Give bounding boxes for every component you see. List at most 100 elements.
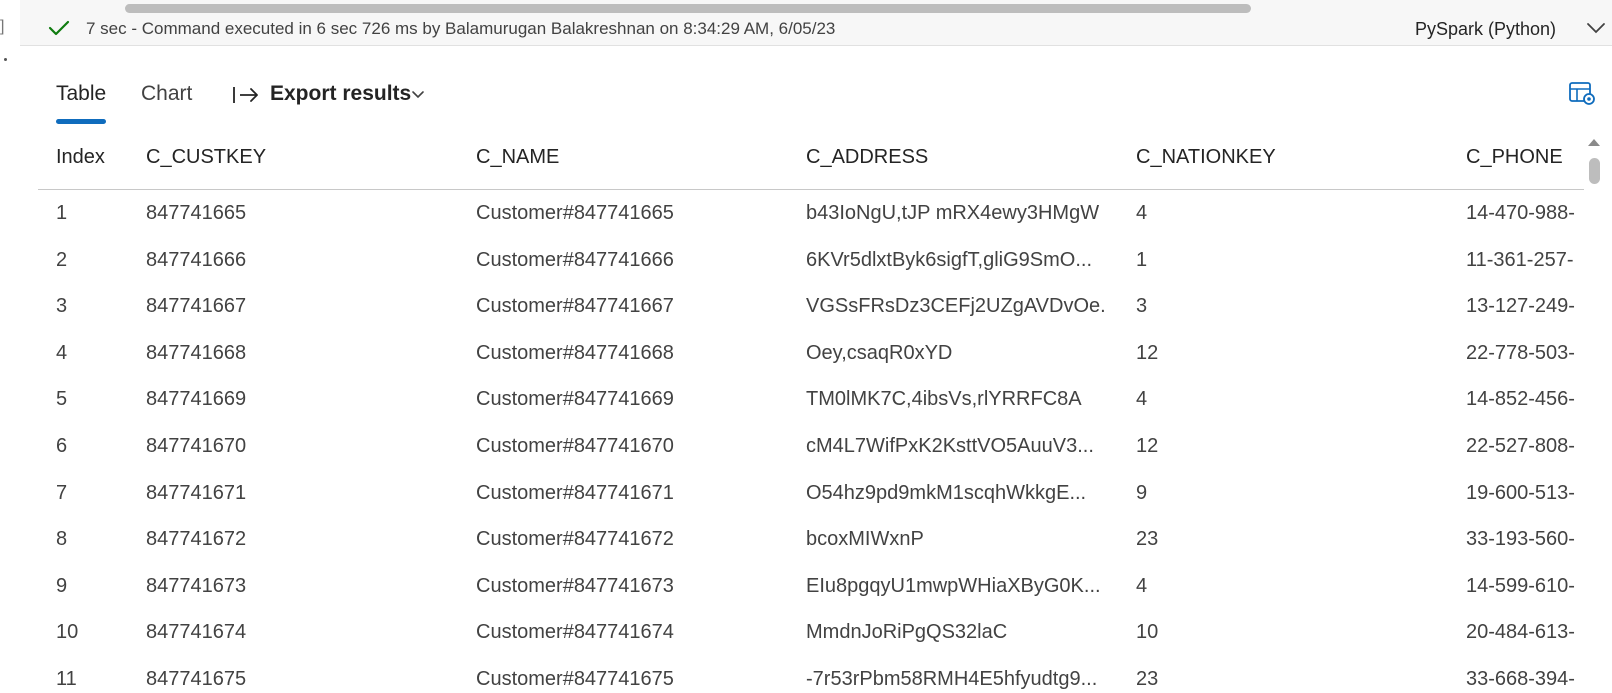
cell-c-custkey: 847741674 (146, 621, 247, 644)
horizontal-scrollbar-thumb[interactable] (125, 4, 1251, 13)
cell-c-address: VGSsFRsDz3CEFj2UZgAVDvOe... (806, 295, 1106, 318)
export-results-button[interactable]: Export results (270, 82, 411, 106)
active-tab-indicator (56, 119, 106, 124)
vertical-scrollbar-thumb[interactable] (1589, 158, 1600, 184)
cell-c-nationkey: 9 (1136, 481, 1148, 504)
cell-index: 3 (56, 295, 68, 318)
column-header-c-custkey[interactable]: C_CUSTKEY (146, 146, 266, 169)
cell-c-name: Customer#847741670 (476, 435, 674, 457)
cell-index: 8 (56, 528, 68, 551)
cell-c-address: EIu8pgqyU1mwpWHiaXByG0K... (806, 574, 1101, 597)
table-row[interactable]: 10 847741674 Customer#847741674 MmdnJoRiPgQ… (38, 609, 1584, 657)
table-row[interactable]: 9 847741673 Customer#847741673 EIu8pgqyU1mw… (38, 563, 1584, 611)
cell-c-name: Customer#847741673 (476, 574, 674, 597)
cell-c-address: 6KVr5dlxtByk6sigfT,gliG9SmO... (806, 248, 1093, 271)
chevron-down-icon[interactable] (1586, 21, 1606, 35)
cell-c-phone: 20-484-613- (1466, 621, 1575, 644)
cell-index: 10 (56, 621, 79, 644)
cell-index: 6 (56, 435, 68, 457)
cell-c-phone: 33-668-394- (1466, 668, 1575, 690)
cell-c-name: Customer#847741668 (476, 341, 674, 364)
execution-status-text: 7 sec - Command executed in 6 sec 726 ms… (86, 19, 836, 38)
table-row[interactable]: 2 847741666 Customer#847741666 6KVr5dlxtByk… (38, 237, 1584, 285)
table-row[interactable]: 7 847741671 Customer#847741671 O54hz9pd9mkM… (38, 470, 1584, 518)
cell-bracket: ] (0, 18, 5, 35)
chevron-down-icon[interactable] (411, 90, 425, 100)
cell-c-phone: 33-193-560- (1466, 528, 1575, 551)
cell-c-nationkey: 23 (1136, 528, 1159, 551)
cell-c-phone: 11-361-257- (1466, 248, 1574, 271)
cell-index: 1 (56, 202, 68, 224)
table-row[interactable]: 3 847741667 Customer#847741667 VGSsFRsDz3CE… (38, 283, 1584, 331)
cell-c-nationkey: 23 (1136, 668, 1159, 690)
cell-c-custkey: 847741672 (146, 528, 247, 551)
cell-c-name: Customer#847741674 (476, 621, 674, 644)
cell-index: 5 (56, 388, 68, 411)
cell-c-phone: 22-527-808- (1466, 435, 1575, 457)
cell-c-phone: 22-778-503- (1466, 341, 1575, 364)
language-selector-label[interactable]: PySpark (Python) (1415, 19, 1556, 40)
scroll-up-arrow-icon[interactable] (1586, 136, 1602, 148)
table-row[interactable]: 4 847741668 Customer#847741668 Oey,csaqR0xY… (38, 330, 1584, 378)
cell-c-address: Oey,csaqR0xYD (806, 341, 953, 364)
column-header-c-name[interactable]: C_NAME (476, 146, 559, 169)
column-header-index[interactable]: Index (56, 146, 105, 169)
cell-c-nationkey: 4 (1136, 202, 1148, 224)
table-row[interactable]: 5 847741669 Customer#847741669 TM0lMK7C,4ib… (38, 376, 1584, 424)
cell-c-address: b43IoNgU,tJP mRX4ewy3HMgW (806, 202, 1100, 224)
column-header-c-address[interactable]: C_ADDRESS (806, 146, 1106, 169)
cell-c-name: Customer#847741675 (476, 668, 674, 690)
cell-c-nationkey: 3 (1136, 295, 1148, 318)
cell-c-custkey: 847741675 (146, 668, 247, 690)
cell-c-custkey: 847741668 (146, 341, 247, 364)
cell-status-bar: 7 sec - Command executed in 6 sec 726 ms… (20, 0, 1612, 46)
cell-c-phone: 14-852-456- (1466, 388, 1575, 411)
results-table: Index C_CUSTKEY C_NAME C_ADDRESS C_NATIO… (38, 134, 1584, 693)
cell-c-phone: 13-127-249- (1466, 295, 1575, 318)
cell-c-nationkey: 10 (1136, 621, 1159, 644)
cell-c-nationkey: 12 (1136, 435, 1159, 457)
cell-c-name: Customer#847741665 (476, 202, 674, 224)
cell-c-phone: 14-470-988- (1466, 202, 1575, 224)
tab-chart[interactable]: Chart (141, 82, 192, 106)
table-row[interactable]: 1 847741665 Customer#847741665 b43IoNgU,tJP… (38, 190, 1584, 238)
cell-c-name: Customer#847741667 (476, 295, 674, 318)
column-header-c-phone[interactable]: C_PHONE (1466, 146, 1584, 169)
cell-c-nationkey: 4 (1136, 388, 1148, 411)
column-header-c-nationkey[interactable]: C_NATIONKEY (1136, 146, 1276, 169)
cell-c-name: Customer#847741669 (476, 388, 674, 411)
cell-index: 7 (56, 481, 68, 504)
cell-c-custkey: 847741665 (146, 202, 247, 224)
cell-index: 11 (56, 668, 77, 690)
cell-c-address: cM4L7WifPxK2KsttVO5AuuV3... (806, 435, 1094, 457)
export-icon[interactable] (232, 84, 260, 106)
cell-c-custkey: 847741671 (146, 481, 247, 504)
table-header-row: Index C_CUSTKEY C_NAME C_ADDRESS C_NATIO… (38, 134, 1584, 190)
cell-c-name: Customer#847741672 (476, 528, 674, 551)
table-row[interactable]: 6 847741670 Customer#847741670 cM4L7WifPxK2… (38, 423, 1584, 471)
tab-table[interactable]: Table (56, 82, 106, 106)
cell-c-nationkey: 1 (1136, 248, 1148, 271)
cell-c-address: -7r53rPbm58RMH4E5hfyudtg9... (806, 668, 1098, 690)
checkmark-icon (48, 20, 70, 36)
cell-marker (4, 58, 7, 61)
cell-c-custkey: 847741667 (146, 295, 247, 318)
cell-c-nationkey: 12 (1136, 341, 1159, 364)
cell-c-custkey: 847741669 (146, 388, 247, 411)
table-row[interactable]: 11 847741675 Customer#847741675 -7r53rPbm58… (38, 656, 1584, 693)
cell-c-phone: 19-600-513- (1466, 481, 1575, 504)
table-row[interactable]: 8 847741672 Customer#847741672 bcoxMIWxnP 23… (38, 516, 1584, 564)
cell-c-custkey: 847741673 (146, 574, 247, 597)
cell-c-name: Customer#847741666 (476, 248, 674, 271)
cell-c-custkey: 847741670 (146, 435, 247, 457)
cell-index: 2 (56, 248, 68, 271)
table-settings-icon[interactable] (1568, 80, 1596, 106)
cell-c-address: MmdnJoRiPgQS32laC (806, 621, 1008, 644)
cell-c-phone: 14-599-610- (1466, 574, 1575, 597)
cell-c-address: TM0lMK7C,4ibsVs,rlYRRFC8A (806, 388, 1082, 411)
cell-c-custkey: 847741666 (146, 248, 247, 271)
cell-c-address: bcoxMIWxnP (806, 528, 924, 551)
cell-index: 9 (56, 574, 68, 597)
cell-index: 4 (56, 341, 68, 364)
cell-c-name: Customer#847741671 (476, 481, 674, 504)
